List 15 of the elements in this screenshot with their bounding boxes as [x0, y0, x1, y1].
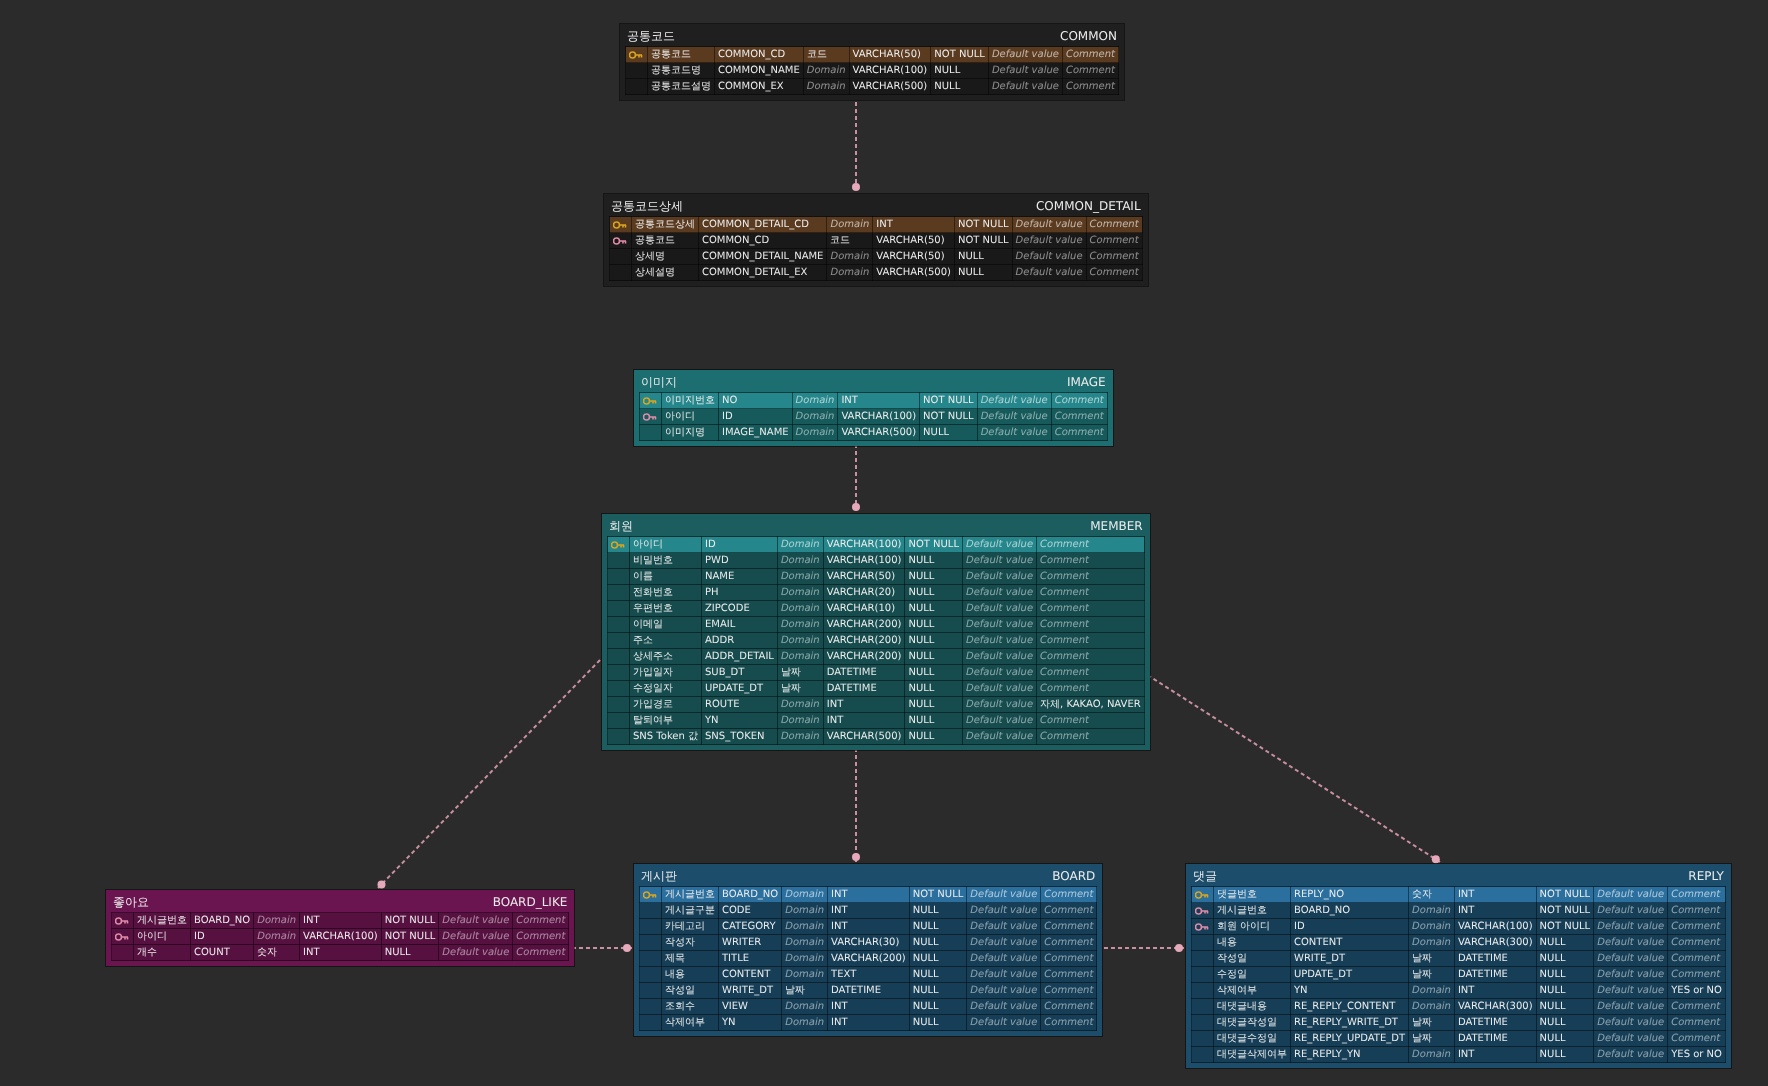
key-icon	[611, 540, 625, 549]
key-icon	[613, 236, 627, 245]
relationship-line	[852, 443, 860, 513]
key-icon	[115, 916, 129, 925]
key-icon	[643, 890, 657, 899]
key-icon	[1195, 906, 1209, 915]
key-icon	[629, 50, 643, 59]
relationship-line	[852, 101, 860, 193]
key-icon	[1195, 890, 1209, 899]
key-icon	[115, 932, 129, 941]
key-icon	[1195, 922, 1209, 931]
relationship-line	[852, 747, 860, 863]
key-icon	[643, 396, 657, 405]
key-icon	[613, 220, 627, 229]
key-icon	[643, 412, 657, 421]
